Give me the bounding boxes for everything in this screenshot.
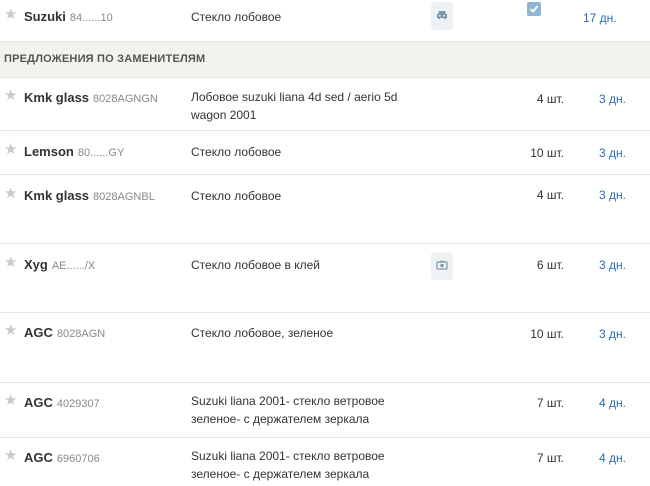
part-description: Suzuki liana 2001- стекло ветровое зелен… xyxy=(191,449,385,481)
delivery-days[interactable]: 4 дн. xyxy=(599,451,626,465)
delivery-days[interactable]: 3 дн. xyxy=(599,327,626,341)
brand-name: Lemson 80......GY xyxy=(24,144,124,159)
part-code: 80......GY xyxy=(77,147,125,159)
delivery-days[interactable]: 3 дн. xyxy=(599,188,626,202)
quantity: 4 шт. xyxy=(536,92,564,106)
quantity: 4 шт. xyxy=(536,188,564,202)
quantity: 7 шт. xyxy=(536,396,564,410)
part-code: 6960706 xyxy=(56,453,100,465)
part-description: Suzuki liana 2001- стекло ветровое зелен… xyxy=(191,394,385,426)
favorite-star-icon[interactable]: ★ xyxy=(4,88,17,103)
offer-row[interactable]: ★ AGC 4029307 Suzuki liana 2001- стекло в… xyxy=(0,383,650,438)
quantity: 10 шт. xyxy=(530,146,564,160)
brand-name: AGC 8028AGN xyxy=(24,325,105,340)
offer-row[interactable]: ★ Lemson 80......GY Стекло лобовое 10 шт.… xyxy=(0,131,650,175)
delivery-days[interactable]: 17 дн. xyxy=(583,11,617,25)
part-code: AE....../X xyxy=(51,260,96,272)
brand-label: Kmk glass xyxy=(24,90,90,105)
offer-row[interactable]: ★ AGC 6960706 Suzuki liana 2001- стекло в… xyxy=(0,438,650,486)
offer-row[interactable]: ★ Kmk glass 8028AGNBL Стекло лобовое 4 шт… xyxy=(0,175,650,244)
brand-label: Suzuki xyxy=(24,9,66,24)
part-description: Стекло лобовое xyxy=(191,10,282,24)
selected-checkbox[interactable] xyxy=(527,2,541,16)
delivery-days[interactable]: 4 дн. xyxy=(599,396,626,410)
car-icon[interactable] xyxy=(431,2,453,30)
brand-label: AGC xyxy=(24,395,53,410)
brand-name: AGC 6960706 xyxy=(24,450,100,465)
quantity: 6 шт. xyxy=(536,258,564,272)
offer-row[interactable]: ★ Kmk glass 8028AGNGN Лобовое suzuki lian… xyxy=(0,78,650,131)
part-description: Стекло лобовое xyxy=(191,189,282,203)
part-code: 8028AGNBL xyxy=(93,191,155,203)
substitutes-section-header: ПРЕДЛОЖЕНИЯ ПО ЗАМЕНИТЕЛЯМ xyxy=(0,42,650,78)
brand-label: AGC xyxy=(24,450,53,465)
part-code: 84......10 xyxy=(69,12,113,24)
delivery-days[interactable]: 3 дн. xyxy=(599,258,626,272)
part-description: Стекло лобовое xyxy=(191,145,282,159)
offer-row[interactable]: ★ AGC 8028AGN Стекло лобовое, зеленое 10 … xyxy=(0,313,650,383)
part-code: 8028AGNGN xyxy=(93,93,158,105)
part-code: 4029307 xyxy=(56,398,100,410)
top-part-row[interactable]: ★ Suzuki 84......10 Стекло лобовое 17 дн. xyxy=(0,0,650,42)
part-description: Стекло лобовое, зеленое xyxy=(191,326,334,340)
delivery-days[interactable]: 3 дн. xyxy=(599,146,626,160)
brand-name: Suzuki 84......10 xyxy=(24,9,113,24)
part-description: Стекло лобовое в клей xyxy=(191,258,320,272)
brand-name: Xyg AE....../X xyxy=(24,257,95,272)
favorite-star-icon[interactable]: ★ xyxy=(4,323,17,338)
brand-label: Xyg xyxy=(24,257,48,272)
favorite-star-icon[interactable]: ★ xyxy=(4,186,17,201)
brand-label: Lemson xyxy=(24,144,74,159)
brand-label: Kmk glass xyxy=(24,188,90,203)
brand-label: AGC xyxy=(24,325,53,340)
brand-name: Kmk glass 8028AGNBL xyxy=(24,188,155,203)
favorite-star-icon[interactable]: ★ xyxy=(4,255,17,270)
offer-row[interactable]: ★ Xyg AE....../X Стекло лобовое в клей 6 … xyxy=(0,244,650,313)
favorite-star-icon[interactable]: ★ xyxy=(4,142,17,157)
favorite-star-icon[interactable]: ★ xyxy=(4,7,17,22)
section-title: ПРЕДЛОЖЕНИЯ ПО ЗАМЕНИТЕЛЯМ xyxy=(4,53,206,65)
favorite-star-icon[interactable]: ★ xyxy=(4,448,17,463)
delivery-days[interactable]: 3 дн. xyxy=(599,92,626,106)
camera-icon[interactable] xyxy=(431,252,453,280)
favorite-star-icon[interactable]: ★ xyxy=(4,393,17,408)
brand-name: AGC 4029307 xyxy=(24,395,100,410)
part-description: Лобовое suzuki liana 4d sed / aerio 5d w… xyxy=(191,90,398,122)
part-code: 8028AGN xyxy=(56,328,106,340)
quantity: 10 шт. xyxy=(530,327,564,341)
quantity: 7 шт. xyxy=(536,451,564,465)
brand-name: Kmk glass 8028AGNGN xyxy=(24,90,158,105)
